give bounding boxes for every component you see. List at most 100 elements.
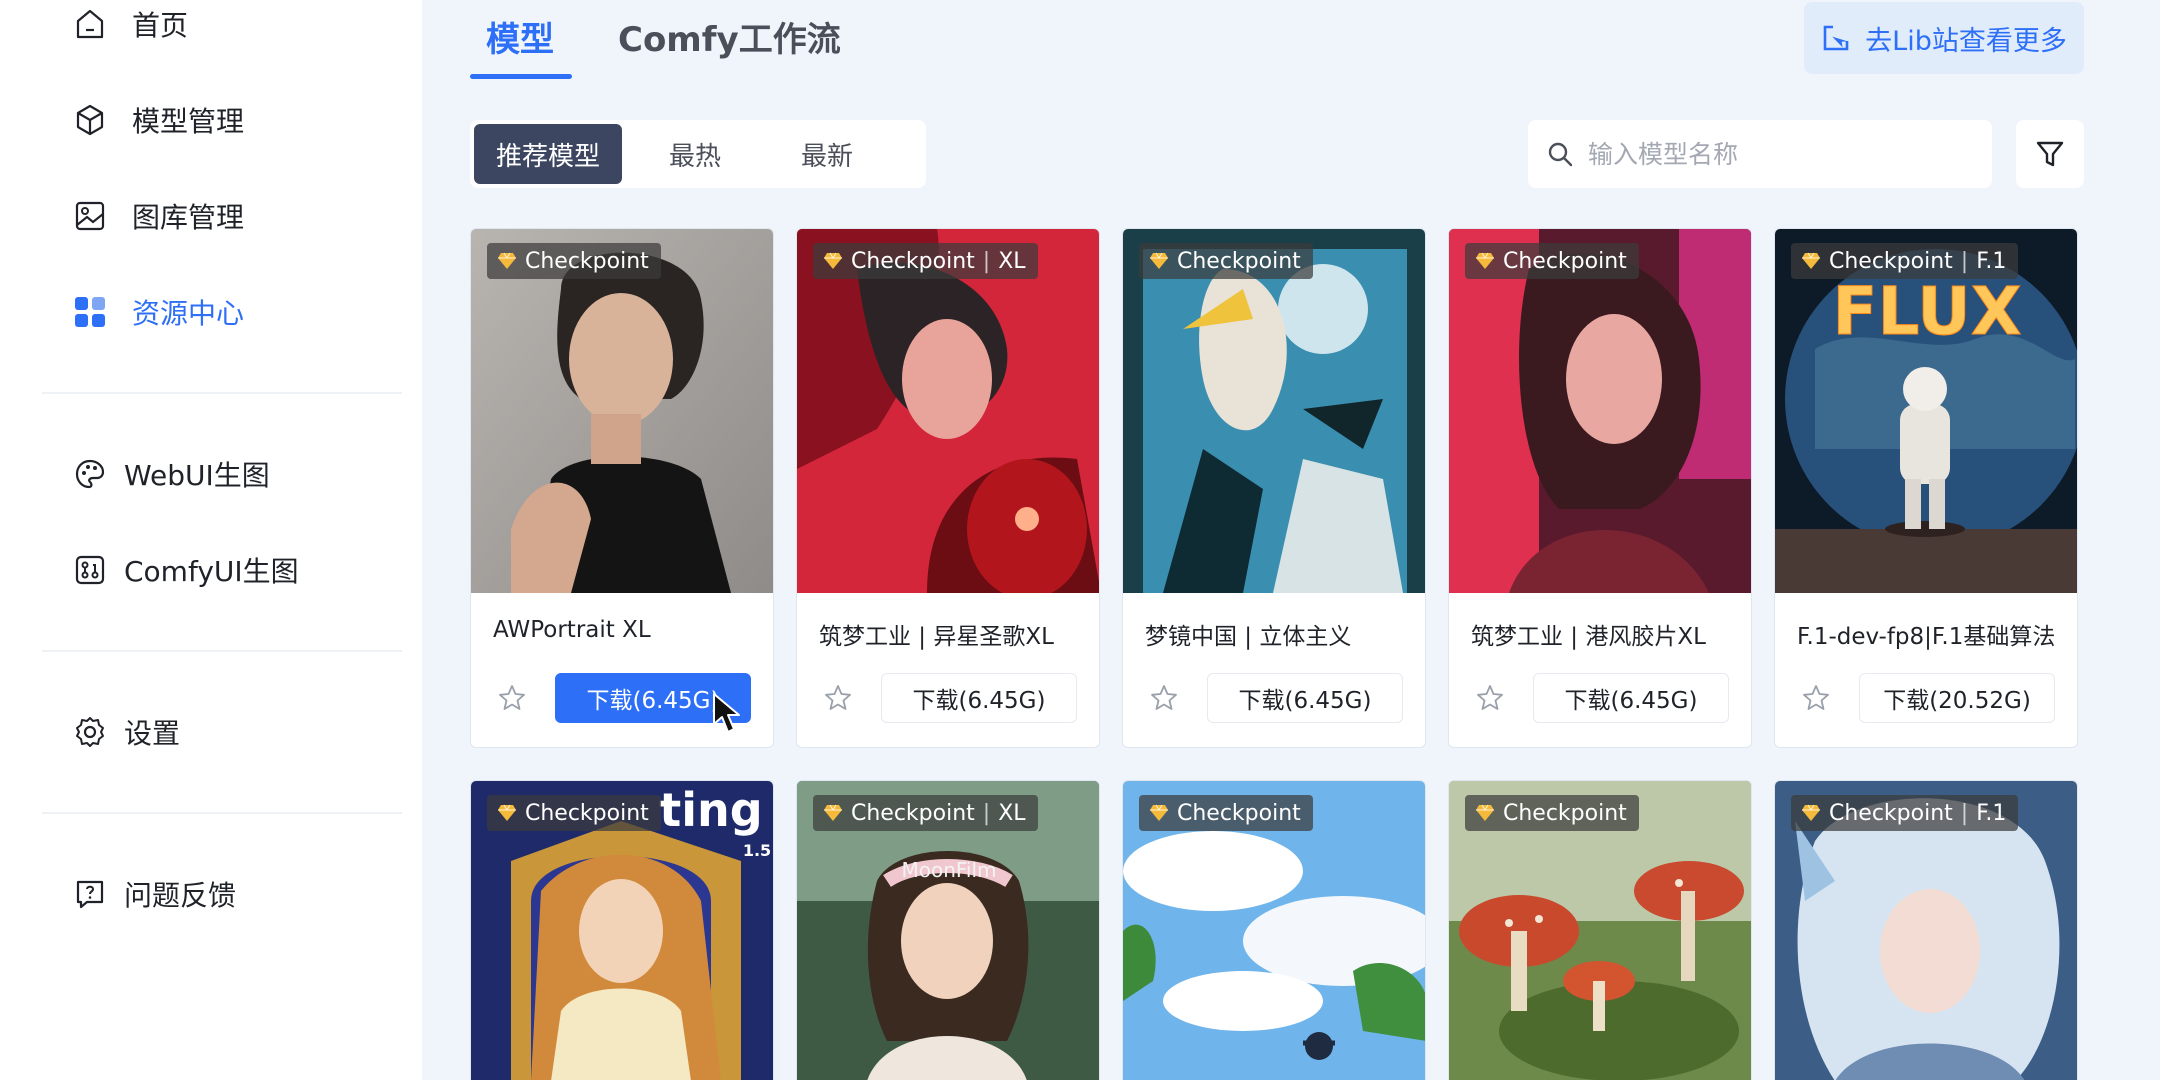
sidebar-item-resource-center[interactable]: 资源中心	[72, 282, 244, 342]
star-icon[interactable]	[823, 683, 853, 717]
go-to-lib-button[interactable]: 去Lib站查看更多	[1804, 2, 2084, 74]
model-type-tag: Checkpoint	[1465, 795, 1639, 831]
model-card[interactable]: MoonFilm Checkpoint | XL	[796, 780, 1100, 1080]
tag-separator: |	[982, 800, 991, 826]
feedback-icon	[72, 876, 108, 912]
sidebar-item-feedback[interactable]: 问题反馈	[72, 864, 236, 924]
segment-hottest[interactable]: 最热	[630, 124, 760, 184]
sidebar-item-webui[interactable]: WebUI生图	[72, 444, 270, 504]
star-icon[interactable]	[1149, 683, 1179, 717]
diamond-icon	[1801, 252, 1821, 270]
tab-models[interactable]: 模型	[486, 12, 554, 61]
tag-label: Checkpoint	[1829, 800, 1953, 826]
diamond-icon	[823, 252, 843, 270]
model-thumbnail[interactable]: FLUX Checkpoint | F.1	[1775, 229, 2077, 593]
tab-comfy-workflow[interactable]: Comfy工作流	[618, 12, 841, 61]
model-thumbnail[interactable]: Checkpoint	[1449, 781, 1751, 1080]
model-card[interactable]: FLUX Checkpoint | F.1 F.1-dev-fp8|F.1基础算…	[1774, 228, 2078, 748]
external-link-icon	[1821, 23, 1851, 53]
image-text: MoonFilm	[901, 858, 996, 882]
sidebar-item-label: WebUI生图	[124, 459, 270, 492]
star-icon[interactable]	[497, 683, 527, 717]
model-thumbnail[interactable]: Checkpoint | F.1	[1775, 781, 2077, 1080]
model-title: 梦镜中国 | 立体主义	[1145, 624, 1352, 650]
model-card[interactable]: Checkpoint 筑梦工业 | 港风胶片XL 下载(6.45G)	[1448, 228, 1752, 748]
sidebar-item-home[interactable]: 首页	[72, 0, 188, 54]
go-to-lib-label: 去Lib站查看更多	[1865, 25, 2067, 57]
filter-button[interactable]	[2016, 120, 2084, 188]
segment-recommended[interactable]: 推荐模型	[474, 124, 622, 184]
search-box	[1528, 120, 1992, 188]
star-icon[interactable]	[1801, 683, 1831, 717]
star-icon[interactable]	[1475, 683, 1505, 717]
sidebar-item-gallery-management[interactable]: 图库管理	[72, 186, 244, 246]
sidebar-divider	[42, 650, 402, 652]
segment-newest[interactable]: 最新	[762, 124, 892, 184]
model-type-tag: Checkpoint	[1139, 795, 1313, 831]
filter-icon	[2035, 139, 2065, 169]
sidebar-item-label: 问题反馈	[124, 879, 237, 912]
grid-apps-icon	[72, 294, 108, 330]
tag-separator: |	[982, 248, 991, 274]
download-button[interactable]: 下载(20.52G)	[1859, 673, 2055, 723]
sidebar-item-settings[interactable]: 设置	[72, 702, 180, 762]
flux-image-text: FLUX	[1832, 273, 2021, 350]
home-icon	[72, 6, 108, 42]
model-type-tag: Checkpoint	[1465, 243, 1639, 279]
sidebar-divider	[42, 812, 402, 814]
download-button[interactable]: 下载(6.45G)	[1533, 673, 1729, 723]
tag-label: Checkpoint	[851, 248, 975, 274]
search-input[interactable]	[1588, 139, 1968, 169]
diamond-icon	[1801, 804, 1821, 822]
sidebar: 首页 模型管理 图库管理 资源中心 WebUI生图 ComfyUI生图 设置 问…	[0, 0, 422, 1080]
tag-label: Checkpoint	[1177, 800, 1301, 826]
tag-label: Checkpoint	[525, 800, 649, 826]
model-thumbnail[interactable]: Checkpoint | XL	[797, 229, 1099, 593]
tag-label: Checkpoint	[525, 248, 649, 274]
diamond-icon	[1149, 252, 1169, 270]
diamond-icon	[1149, 804, 1169, 822]
palette-icon	[72, 456, 108, 492]
model-title: AWPortrait XL	[493, 617, 651, 643]
model-type-tag: Checkpoint | F.1	[1791, 243, 2019, 279]
download-button[interactable]: 下载(6.45G)	[881, 673, 1077, 723]
gallery-icon	[72, 198, 108, 234]
model-type-tag: Checkpoint | XL	[813, 795, 1038, 831]
sidebar-item-model-management[interactable]: 模型管理	[72, 90, 244, 150]
tag-label: Checkpoint	[1829, 248, 1953, 274]
model-thumbnail[interactable]: Checkpoint	[1123, 781, 1425, 1080]
download-button[interactable]: 下载(6.45G)	[1207, 673, 1403, 723]
sort-segmented-control: 推荐模型 最热 最新	[470, 120, 926, 188]
model-thumbnail[interactable]: MoonFilm Checkpoint | XL	[797, 781, 1099, 1080]
model-card[interactable]: Checkpoint	[1122, 780, 1426, 1080]
tag-separator: |	[1960, 800, 1969, 826]
diamond-icon	[497, 252, 517, 270]
download-button[interactable]: 下载(6.45G)	[555, 673, 751, 723]
model-type-tag: Checkpoint	[487, 795, 661, 831]
model-thumbnail[interactable]: Checkpoint	[1449, 229, 1751, 593]
model-thumbnail[interactable]: Checkpoint	[1123, 229, 1425, 593]
workflow-icon	[72, 552, 108, 588]
sidebar-item-label: 设置	[124, 717, 181, 750]
model-card[interactable]: Checkpoint | XL 筑梦工业 | 异星圣歌XL 下载(6.45G)	[796, 228, 1100, 748]
model-title: 筑梦工业 | 异星圣歌XL	[819, 624, 1054, 650]
gear-icon	[72, 714, 108, 750]
model-card[interactable]: Checkpoint 梦镜中国 | 立体主义 下载(6.45G)	[1122, 228, 1426, 748]
model-card[interactable]: Checkpoint | F.1	[1774, 780, 2078, 1080]
tag-suffix: F.1	[1976, 248, 2007, 274]
model-thumbnail[interactable]: ting 1.5 Checkpoint	[471, 781, 773, 1080]
diamond-icon	[1475, 804, 1495, 822]
sidebar-item-label: ComfyUI生图	[124, 555, 299, 588]
model-card[interactable]: Checkpoint	[1448, 780, 1752, 1080]
tag-suffix: F.1	[1976, 800, 2007, 826]
tag-suffix: XL	[998, 248, 1026, 274]
model-thumbnail[interactable]: Checkpoint	[471, 229, 773, 593]
model-card[interactable]: Checkpoint AWPortrait XL 下载(6.45G)	[470, 228, 774, 748]
sidebar-item-comfyui[interactable]: ComfyUI生图	[72, 540, 299, 600]
diamond-icon	[497, 804, 517, 822]
cube-icon	[72, 102, 108, 138]
model-card[interactable]: ting 1.5 Checkpoint	[470, 780, 774, 1080]
diamond-icon	[1475, 252, 1495, 270]
model-type-tag: Checkpoint	[487, 243, 661, 279]
sidebar-item-label: 模型管理	[132, 105, 245, 138]
